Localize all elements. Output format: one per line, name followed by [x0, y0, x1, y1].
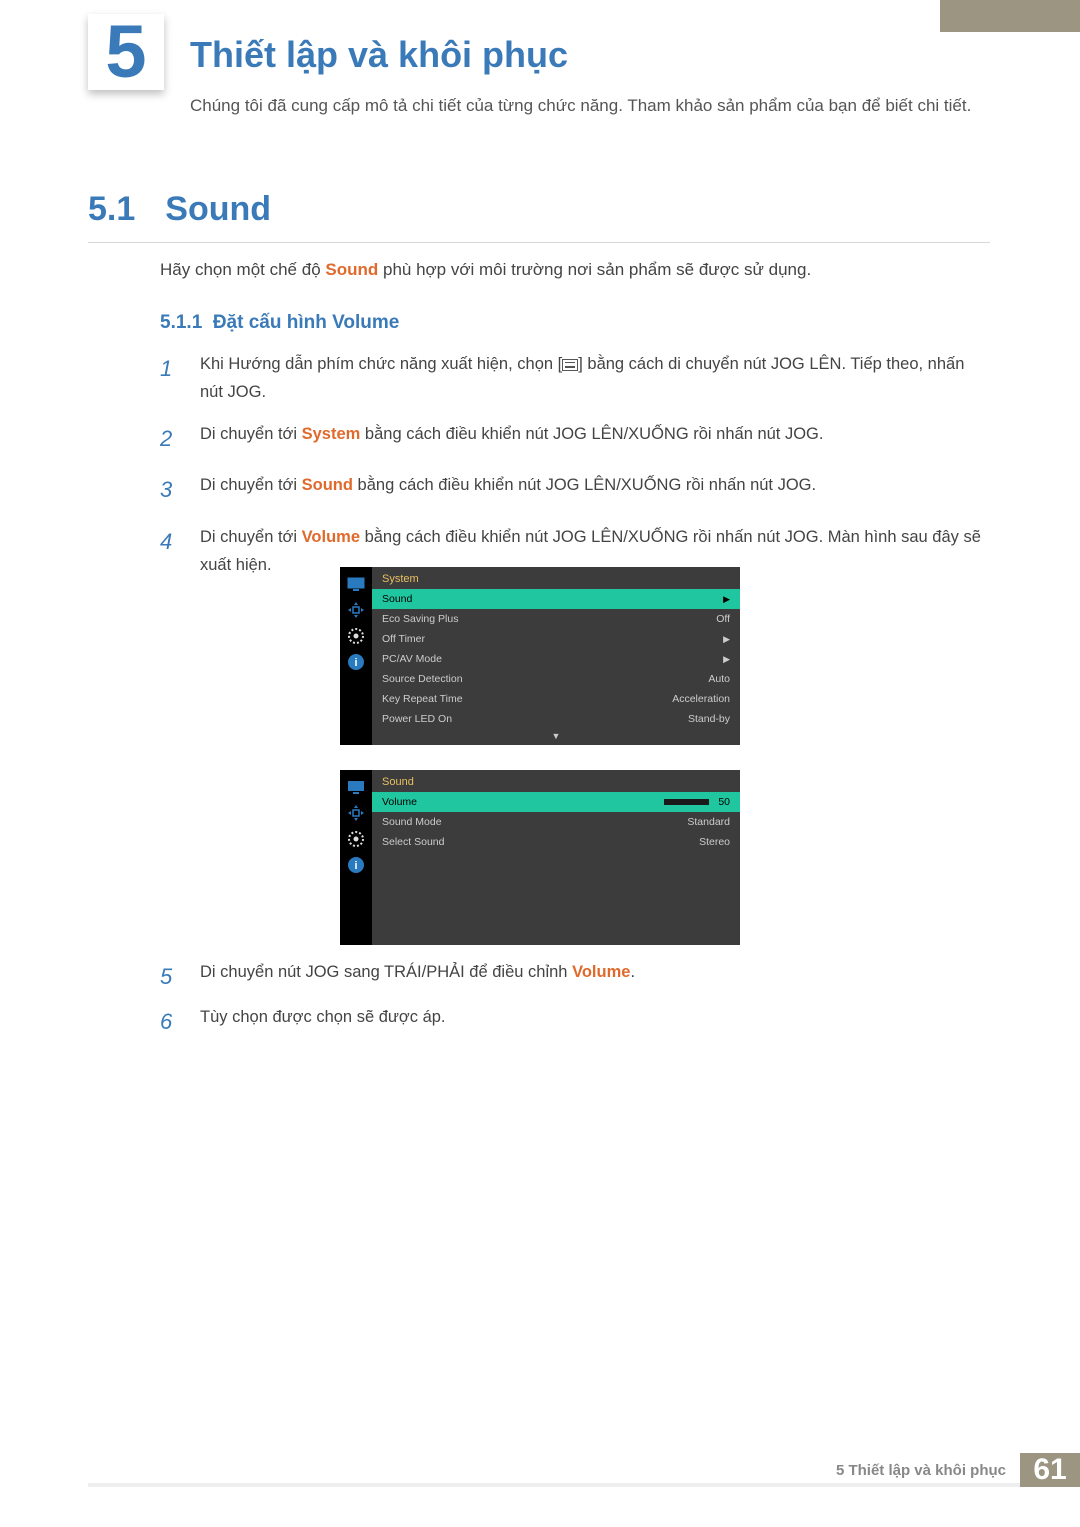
- osd-row: Eco Saving PlusOff: [372, 609, 740, 629]
- monitor-icon: [346, 778, 366, 796]
- steps-list-continued: 5 Di chuyển nút JOG sang TRÁI/PHẢI để đi…: [160, 958, 990, 1049]
- svg-text:i: i: [354, 860, 357, 872]
- info-icon: i: [346, 856, 366, 874]
- step-6: 6 Tùy chọn được chọn sẽ được áp.: [160, 1003, 990, 1040]
- step-1: 1 Khi Hướng dẫn phím chức năng xuất hiện…: [160, 350, 990, 406]
- step-number: 6: [160, 1003, 180, 1040]
- chapter-number: 5: [105, 15, 146, 89]
- step-number: 5: [160, 958, 180, 995]
- osd-screenshot-system: i System Sound ▶ Eco Saving PlusOff Off …: [340, 557, 740, 775]
- volume-bar: [619, 799, 709, 805]
- chapter-title: Thiết lập và khôi phục: [190, 34, 568, 76]
- step-5: 5 Di chuyển nút JOG sang TRÁI/PHẢI để đi…: [160, 958, 990, 995]
- gear-icon: [346, 830, 366, 848]
- section-heading: 5.1 Sound: [88, 190, 271, 229]
- page-footer: 5 Thiết lập và khôi phục 61: [822, 1453, 1080, 1487]
- osd-row-highlight: Volume 50: [372, 792, 740, 812]
- menu-icon: [562, 359, 578, 371]
- section-number: 5.1: [88, 190, 135, 229]
- info-icon: i: [346, 653, 366, 671]
- step-2: 2 Di chuyển tới System bằng cách điều kh…: [160, 420, 990, 457]
- section-title: Sound: [165, 190, 271, 229]
- subsection-number: 5.1.1: [160, 312, 202, 333]
- chapter-intro: Chúng tôi đã cung cấp mô tả chi tiết của…: [190, 92, 990, 119]
- step-body: Khi Hướng dẫn phím chức năng xuất hiện, …: [200, 350, 990, 406]
- osd-panel: Sound Volume 50 Sound ModeStandard Selec…: [372, 770, 740, 945]
- osd-scroll-down-icon: ▼: [372, 729, 740, 745]
- step-number: 3: [160, 471, 180, 508]
- osd-row: Sound ModeStandard: [372, 812, 740, 832]
- osd-panel: System Sound ▶ Eco Saving PlusOff Off Ti…: [372, 567, 740, 745]
- step-body: Di chuyển tới Sound bằng cách điều khiển…: [200, 471, 990, 508]
- osd-sidebar: i: [340, 770, 372, 945]
- osd-row: Select SoundStereo: [372, 832, 740, 852]
- gear-icon: [346, 627, 366, 645]
- section-text-post: phù hợp với môi trường nơi sản phẩm sẽ đ…: [378, 260, 811, 279]
- osd-row: Power LED OnStand-by: [372, 709, 740, 729]
- osd-row-label: Sound: [382, 593, 412, 605]
- monitor-icon: [346, 575, 366, 593]
- svg-text:i: i: [354, 657, 357, 669]
- osd-header: System: [372, 567, 740, 589]
- step-3: 3 Di chuyển tới Sound bằng cách điều khi…: [160, 471, 990, 508]
- footer-page-number: 61: [1020, 1453, 1080, 1487]
- step-body: Di chuyển nút JOG sang TRÁI/PHẢI để điều…: [200, 958, 990, 995]
- footer-chapter-label: 5 Thiết lập và khôi phục: [822, 1453, 1020, 1487]
- section-text-highlight: Sound: [325, 260, 378, 279]
- section-text-pre: Hãy chọn một chế độ: [160, 260, 325, 279]
- chevron-right-icon: ▶: [723, 594, 730, 605]
- osd-row-label: Volume: [382, 796, 417, 808]
- osd-volume-readout: 50: [613, 796, 730, 808]
- manual-page: 5 Thiết lập và khôi phục Chúng tôi đã cu…: [0, 0, 1080, 1527]
- subsection-title: Đặt cấu hình Volume: [213, 312, 400, 333]
- step-number: 2: [160, 420, 180, 457]
- subsection-heading: 5.1.1 Đặt cấu hình Volume: [160, 312, 399, 334]
- osd-row: Off Timer▶: [372, 629, 740, 649]
- section-body: Hãy chọn một chế độ Sound phù hợp với mô…: [160, 260, 990, 280]
- section-divider: [88, 242, 990, 243]
- osd-sidebar: i: [340, 567, 372, 745]
- arrows-icon: [346, 804, 366, 822]
- top-accent-stripe: [940, 0, 1080, 32]
- osd-row: Key Repeat TimeAcceleration: [372, 689, 740, 709]
- volume-fill: [619, 799, 664, 805]
- step-body: Tùy chọn được chọn sẽ được áp.: [200, 1003, 990, 1040]
- osd-row: PC/AV Mode▶: [372, 649, 740, 669]
- arrows-icon: [346, 601, 366, 619]
- step-number: 4: [160, 523, 180, 579]
- step-body: Di chuyển tới System bằng cách điều khiể…: [200, 420, 990, 457]
- osd-screenshot-sound: i Sound Volume 50 Sound ModeStandard Sel…: [340, 760, 740, 975]
- osd-row: Source DetectionAuto: [372, 669, 740, 689]
- osd-header: Sound: [372, 770, 740, 792]
- chapter-badge: 5: [88, 14, 164, 90]
- step-number: 1: [160, 350, 180, 406]
- osd-row-highlight: Sound ▶: [372, 589, 740, 609]
